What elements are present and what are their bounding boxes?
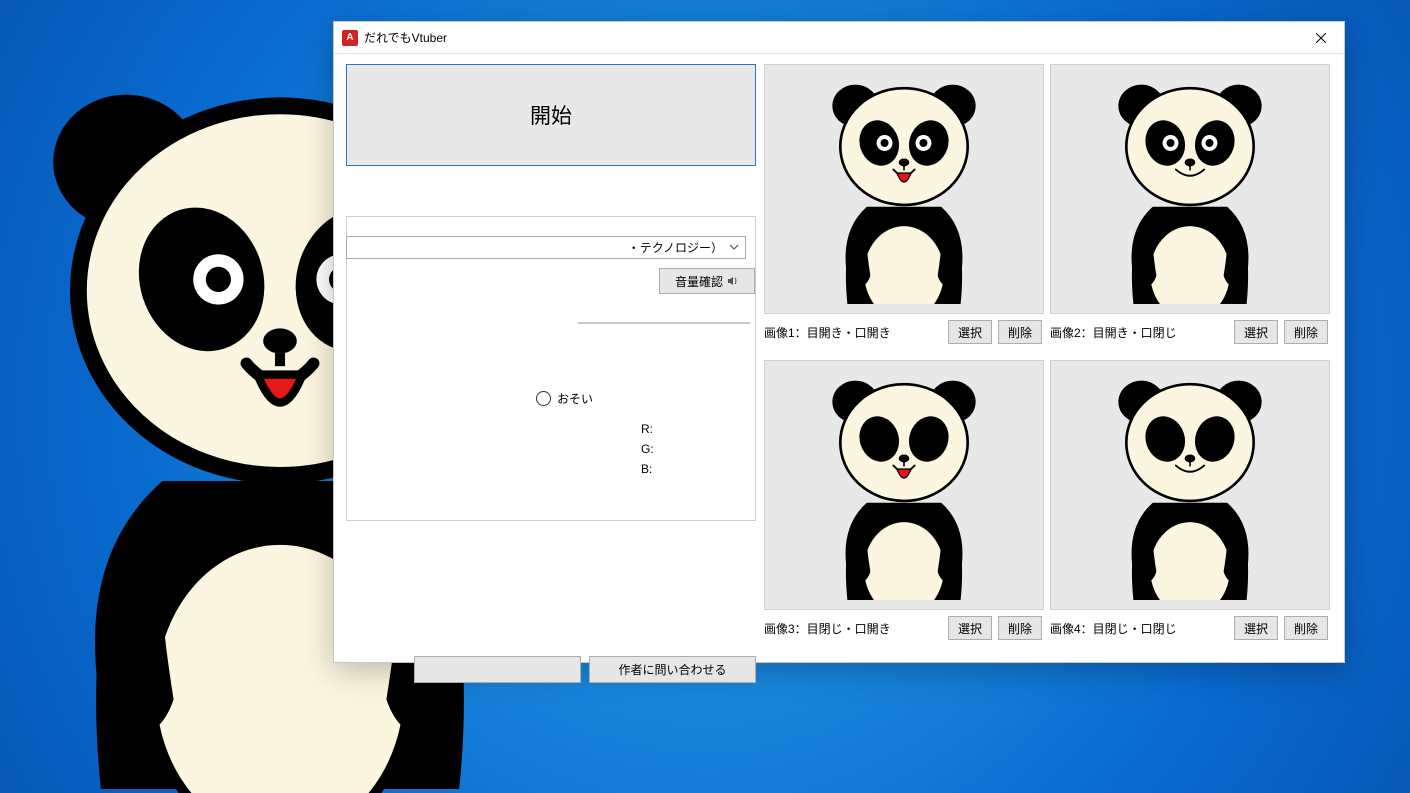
volume-slider[interactable] <box>578 322 750 324</box>
delete-button-3[interactable]: 削除 <box>998 616 1042 640</box>
rgb-r: R: <box>641 419 654 439</box>
select-button-4[interactable]: 選択 <box>1234 616 1278 640</box>
image-thumbnail-3 <box>764 360 1044 610</box>
image-panel-3: 画像3：目閉じ・口開き 選択 削除 <box>764 360 1042 640</box>
radio-icon <box>536 391 551 406</box>
select-button-2[interactable]: 選択 <box>1234 320 1278 344</box>
close-button[interactable] <box>1298 22 1344 53</box>
image-panel-2: 画像2：目開き・口閉じ 選択 削除 <box>1050 64 1328 344</box>
desktop: A だれでもVtuber 開始 ・テクノロジー） 音量確認 <box>0 0 1410 793</box>
close-icon <box>1316 33 1326 43</box>
image-thumbnail-1 <box>764 64 1044 314</box>
image-panel-1: 画像1：目開き・口開き 選択 削除 <box>764 64 1042 344</box>
select-button-1[interactable]: 選択 <box>948 320 992 344</box>
speed-slow-label: おそい <box>557 390 593 407</box>
contact-author-button[interactable]: 作者に問い合わせる <box>589 656 756 683</box>
left-pane: 開始 <box>346 64 754 166</box>
device-dropdown[interactable]: ・テクノロジー） <box>346 236 746 259</box>
image-panel-4: 画像4：目閉じ・口閉じ 選択 削除 <box>1050 360 1328 640</box>
delete-button-2[interactable]: 削除 <box>1284 320 1328 344</box>
image-label-2: 画像2：目開き・口閉じ <box>1050 324 1228 341</box>
image-label-3: 画像3：目閉じ・口開き <box>764 620 942 637</box>
client-area: 開始 ・テクノロジー） 音量確認 おそい R: G: B: <box>334 54 1344 663</box>
titlebar[interactable]: A だれでもVtuber <box>334 22 1344 54</box>
image-label-1: 画像1：目開き・口開き <box>764 324 942 341</box>
rgb-readout: R: G: B: <box>641 419 654 479</box>
image-thumbnail-2 <box>1050 64 1330 314</box>
app-icon: A <box>342 30 358 46</box>
volume-check-label: 音量確認 <box>675 273 723 290</box>
window-title: だれでもVtuber <box>364 29 447 46</box>
image-label-4: 画像4：目閉じ・口閉じ <box>1050 620 1228 637</box>
delete-button-4[interactable]: 削除 <box>1284 616 1328 640</box>
volume-check-button[interactable]: 音量確認 <box>659 268 755 294</box>
chevron-down-icon <box>727 240 741 254</box>
app-window: A だれでもVtuber 開始 ・テクノロジー） 音量確認 <box>333 21 1345 663</box>
settings-panel <box>346 216 756 521</box>
secondary-button[interactable] <box>414 656 581 683</box>
start-button[interactable]: 開始 <box>346 64 756 166</box>
rgb-b: B: <box>641 459 654 479</box>
delete-button-1[interactable]: 削除 <box>998 320 1042 344</box>
speed-radio-slow[interactable]: おそい <box>536 390 593 407</box>
speaker-icon <box>727 275 739 287</box>
image-thumbnail-4 <box>1050 360 1330 610</box>
select-button-3[interactable]: 選択 <box>948 616 992 640</box>
rgb-g: G: <box>641 439 654 459</box>
dropdown-value: ・テクノロジー） <box>353 239 723 256</box>
